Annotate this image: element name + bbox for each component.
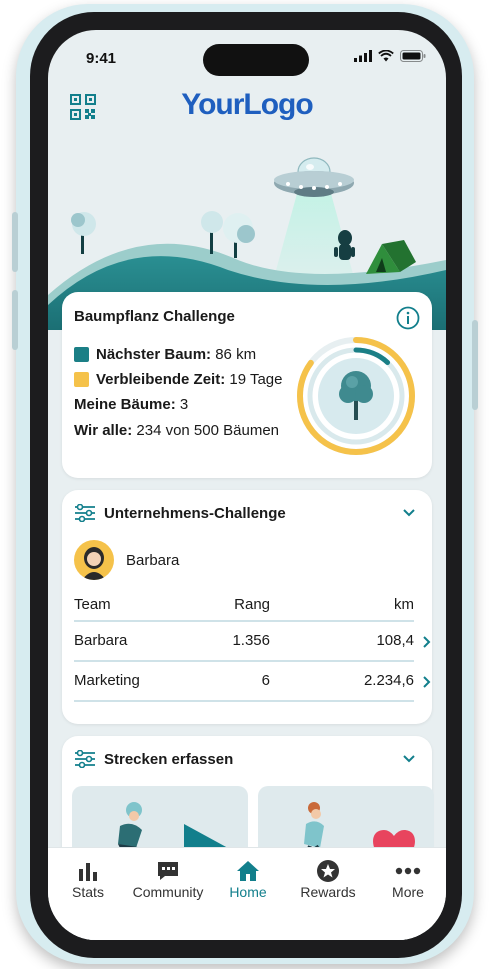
tree-left — [71, 212, 96, 254]
app-screen: 9:41 YourLogo Baumpflanz Challenge Nächs… — [48, 30, 446, 940]
chevron-right-icon[interactable] — [422, 675, 432, 689]
team-cell: Barbara — [74, 632, 128, 649]
tab-community[interactable]: Community — [128, 858, 208, 900]
company-challenge-card: Unternehmens-Challenge Barbara Team Rang… — [62, 490, 432, 724]
person-avatar-icon — [82, 547, 106, 580]
status-bar: 9:41 — [48, 30, 446, 86]
column-header-rank: Rang — [234, 596, 270, 613]
track-activity-header[interactable]: Strecken erfassen — [74, 750, 233, 768]
all-trees-label: Wir alle: — [74, 422, 133, 439]
tree-challenge-title: Baumpflanz Challenge — [74, 308, 235, 325]
company-challenge-title: Unternehmens-Challenge — [104, 504, 286, 522]
user-name: Barbara — [126, 551, 180, 569]
side-button — [12, 290, 18, 350]
chevron-down-icon[interactable] — [402, 754, 416, 764]
chat-icon — [158, 862, 178, 880]
ufo — [274, 157, 354, 197]
rank-cell: 6 — [261, 672, 270, 689]
track-activity-title: Strecken erfassen — [104, 750, 234, 768]
avatar[interactable] — [74, 540, 114, 580]
next-tree-label: Nächster Baum: — [96, 346, 212, 363]
chevron-right-icon[interactable] — [422, 635, 432, 649]
all-trees-row: Wir alle: 234 von 500 Bäumen — [74, 422, 279, 439]
table-row[interactable]: Barbara 1.356 108,4 — [74, 622, 431, 662]
tab-more-label: More — [392, 884, 424, 900]
tab-rewards-label: Rewards — [300, 884, 356, 900]
teal-legend-square — [74, 347, 89, 362]
tab-community-label: Community — [132, 884, 204, 900]
my-trees-label: Meine Bäume: — [74, 396, 176, 413]
next-tree-value: 86 km — [215, 346, 257, 363]
side-button — [12, 212, 18, 272]
remaining-time-label: Verbleibende Zeit: — [96, 371, 226, 388]
table-row[interactable]: Marketing 6 2.234,6 — [74, 662, 431, 702]
battery-icon — [400, 50, 426, 62]
rank-cell: 1.356 — [232, 632, 270, 649]
company-challenge-header[interactable]: Unternehmens-Challenge — [74, 504, 286, 522]
chevron-down-icon[interactable] — [402, 508, 416, 518]
progress-ring — [297, 337, 415, 455]
signal-icon — [354, 50, 372, 62]
user-row: Barbara — [74, 540, 179, 580]
tab-home-label: Home — [229, 884, 267, 900]
my-trees-value: 3 — [179, 396, 189, 413]
yellow-legend-square — [74, 372, 89, 387]
all-trees-value: 234 von 500 Bäumen — [136, 422, 280, 439]
status-time: 9:41 — [86, 50, 117, 67]
my-trees-row: Meine Bäume: 3 — [74, 396, 188, 413]
tab-more[interactable]: More — [368, 858, 446, 900]
bottom-tab-bar: Stats Community Home Rewards More — [48, 847, 446, 940]
remaining-time-value: 19 Tage — [229, 371, 283, 388]
next-tree-row: Nächster Baum: 86 km — [74, 346, 256, 363]
info-icon[interactable] — [396, 306, 420, 330]
app-logo: YourLogo — [181, 88, 313, 121]
tab-stats-label: Stats — [72, 884, 104, 900]
filter-sliders-icon — [75, 750, 95, 768]
tab-home[interactable]: Home — [208, 858, 288, 900]
table-header-row: Team Rang km — [74, 590, 414, 622]
side-button — [472, 320, 478, 410]
km-cell: 108,4 — [376, 632, 414, 649]
bar-chart-icon — [79, 863, 97, 881]
star-badge-icon — [317, 860, 339, 882]
team-cell: Marketing — [74, 672, 140, 689]
home-icon — [237, 861, 259, 881]
filter-sliders-icon — [75, 504, 95, 522]
dynamic-island — [203, 44, 309, 76]
remaining-time-row: Verbleibende Zeit: 19 Tage — [74, 371, 282, 388]
status-icons — [354, 50, 426, 62]
tab-rewards[interactable]: Rewards — [288, 858, 368, 900]
more-dots-icon — [395, 867, 421, 875]
km-cell: 2.234,6 — [363, 672, 414, 689]
tree-challenge-card: Baumpflanz Challenge Nächster Baum: 86 k… — [62, 292, 432, 478]
column-header-km: km — [394, 596, 414, 613]
ranking-table: Team Rang km Barbara 1.356 108,4 Marketi… — [74, 590, 431, 702]
wifi-icon — [378, 50, 394, 62]
tab-stats[interactable]: Stats — [48, 858, 128, 900]
column-header-team: Team — [74, 596, 111, 613]
